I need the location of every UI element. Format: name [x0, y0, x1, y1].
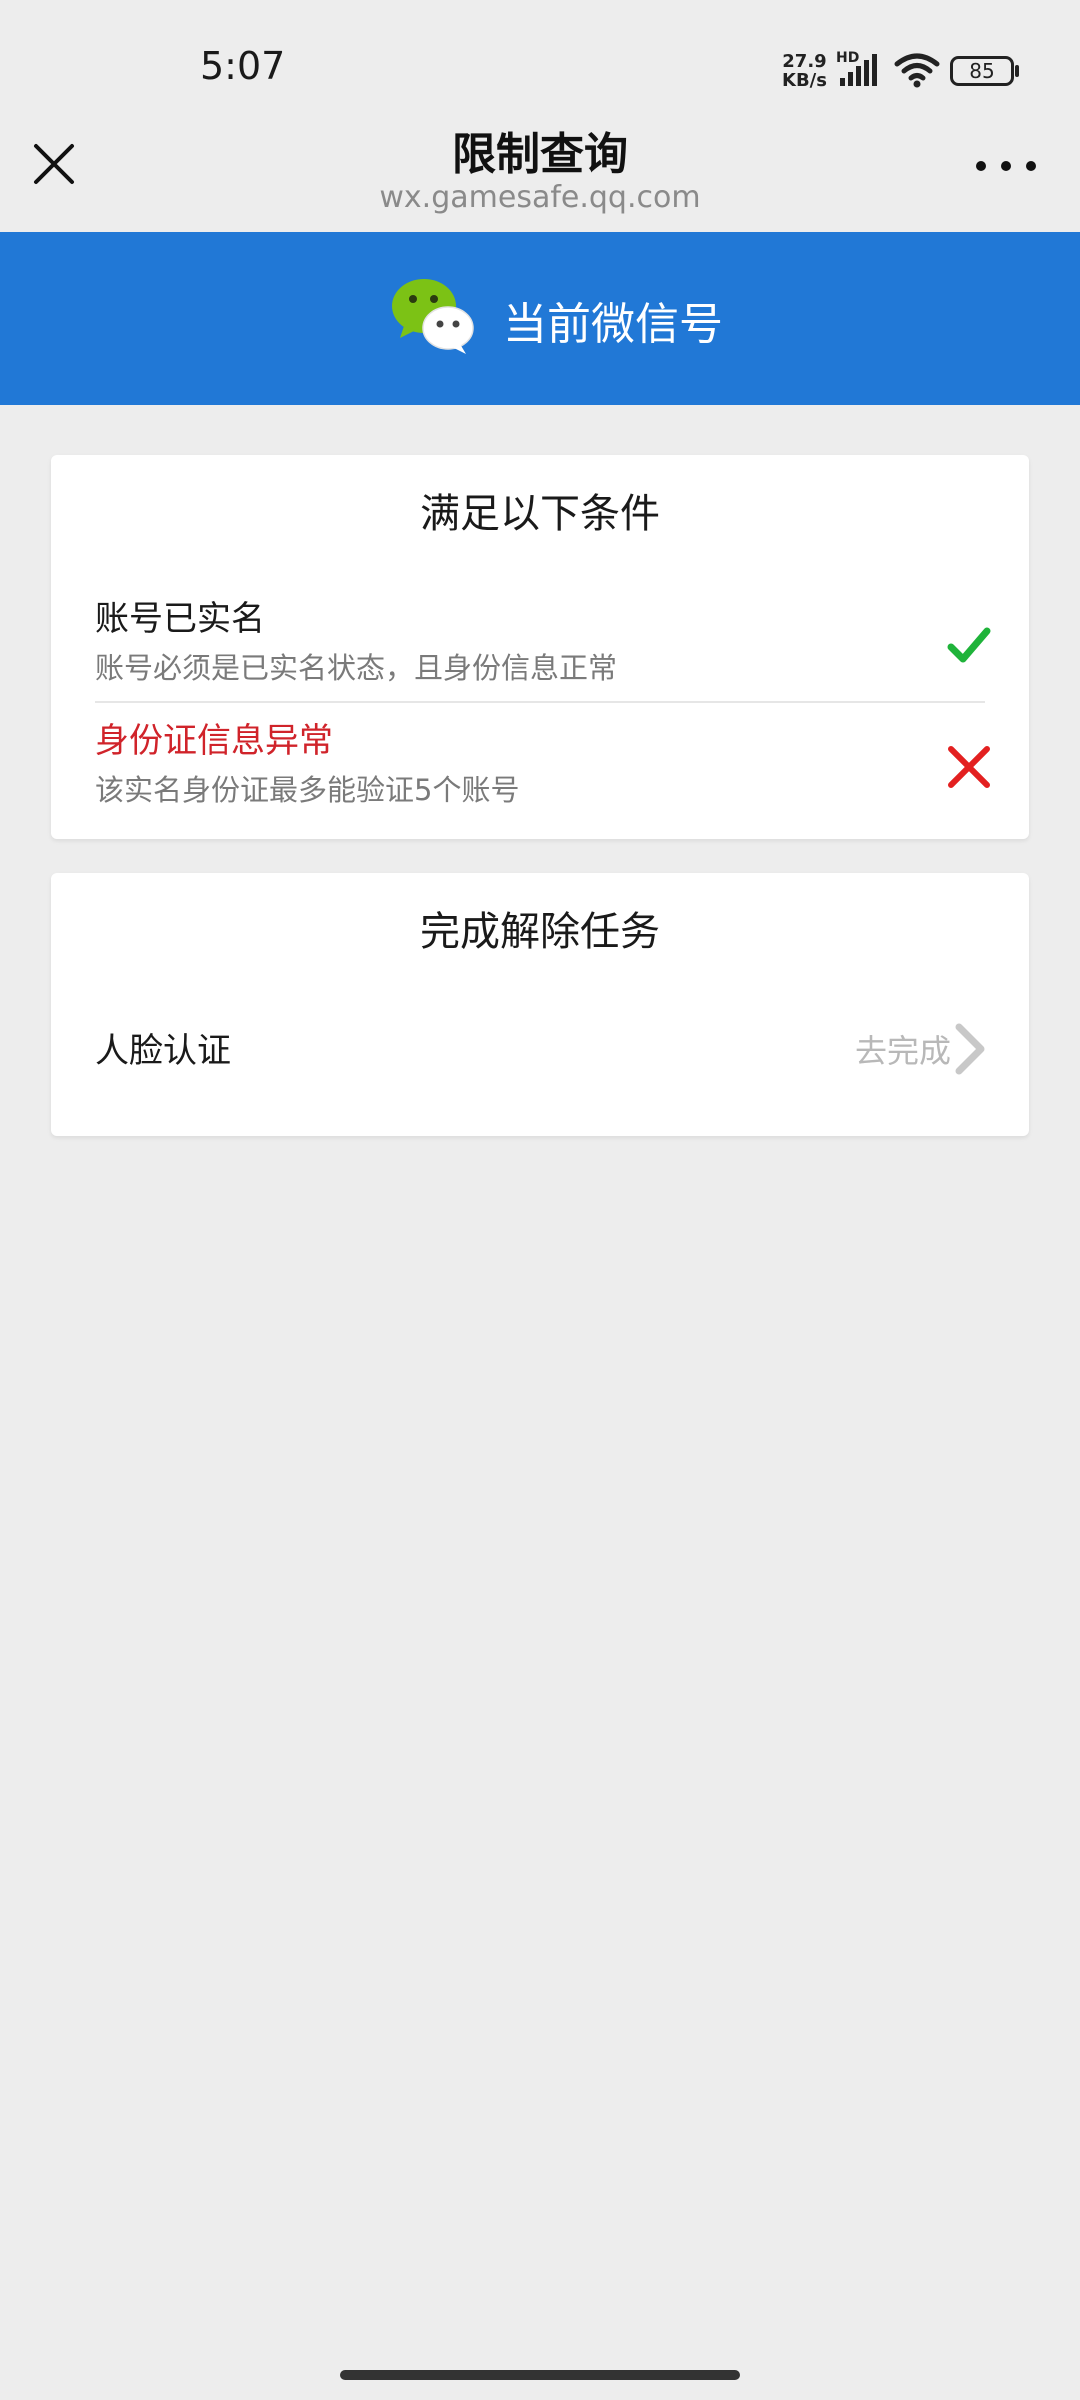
conditions-title: 满足以下条件	[420, 491, 660, 537]
condition-title: 身份证信息异常	[95, 721, 333, 761]
chevron-right-icon	[955, 1023, 985, 1075]
banner-text: 当前微信号	[503, 299, 723, 350]
dot-icon	[1026, 161, 1036, 171]
dot-icon	[1001, 161, 1011, 171]
task-item-face-verification[interactable]: 人脸认证 去完成	[95, 1013, 985, 1083]
condition-item: 账号已实名 账号必须是已实名状态，且身份信息正常	[95, 591, 991, 703]
dot-icon	[976, 161, 986, 171]
page-url: wx.gamesafe.qq.com	[379, 180, 701, 215]
cross-icon	[948, 746, 990, 788]
condition-description: 账号必须是已实名状态，且身份信息正常	[95, 651, 618, 685]
condition-title: 账号已实名	[95, 599, 265, 639]
page-title: 限制查询	[452, 129, 628, 180]
network-speed-value: 27.9	[782, 51, 827, 72]
network-speed: 27.9 KB/s	[782, 52, 827, 90]
account-banner: 当前微信号	[0, 232, 1080, 405]
task-action-button[interactable]: 去完成	[855, 1019, 985, 1079]
condition-description: 该实名身份证最多能验证5个账号	[95, 773, 520, 807]
tasks-title: 完成解除任务	[420, 909, 660, 955]
network-speed-unit: KB/s	[782, 70, 827, 91]
conditions-card: 满足以下条件 账号已实名 账号必须是已实名状态，且身份信息正常 身份证信息异常 …	[51, 455, 1029, 839]
tasks-card: 完成解除任务 人脸认证 去完成	[51, 873, 1029, 1136]
status-bar: 5:07 27.9 KB/s HD 85	[0, 0, 1080, 110]
home-indicator[interactable]	[340, 2370, 740, 2380]
signal-icon: HD	[836, 50, 886, 88]
task-action-label: 去完成	[854, 1032, 951, 1070]
more-options-button[interactable]	[976, 154, 1036, 178]
battery-level: 85	[969, 59, 995, 83]
condition-item: 身份证信息异常 该实名身份证最多能验证5个账号	[95, 713, 990, 823]
status-time: 5:07	[200, 44, 286, 88]
task-label: 人脸认证	[95, 1031, 231, 1071]
battery-icon: 85	[950, 56, 1020, 86]
wechat-logo-icon	[392, 279, 474, 354]
checkmark-icon	[947, 627, 991, 663]
nav-bar: 限制查询 wx.gamesafe.qq.com	[0, 110, 1080, 232]
wifi-icon	[894, 53, 940, 88]
